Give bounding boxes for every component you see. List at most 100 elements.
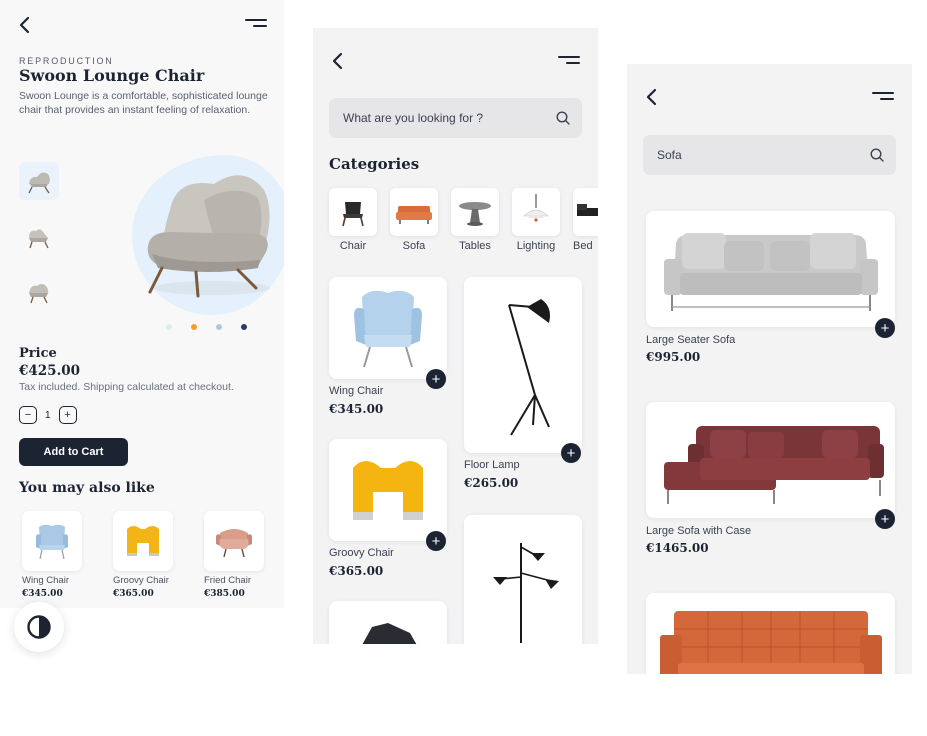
lounge-chair-thumb-icon — [28, 172, 50, 194]
contrast-icon — [27, 615, 51, 639]
increase-quantity-button[interactable]: + — [58, 406, 77, 424]
floor-lamp-image — [508, 299, 550, 436]
theme-toggle-button[interactable] — [14, 602, 64, 652]
product-name: Groovy Chair — [329, 547, 394, 559]
product-card-lounge-chair[interactable] — [329, 601, 447, 644]
chevron-left-icon[interactable] — [17, 16, 33, 34]
burgundy-sofa-image — [663, 426, 884, 504]
product-card-arc-lamp[interactable] — [464, 515, 582, 644]
related-card-fried-chair[interactable] — [204, 511, 264, 571]
sofa-icon — [396, 206, 432, 224]
add-groovy-chair-button[interactable]: + — [426, 531, 446, 551]
quantity-stepper: − 1 + — [19, 406, 77, 424]
search-results-screen: Sofa + Large Seater Sofa €995.00 + Large… — [627, 64, 912, 674]
carousel-dot[interactable] — [241, 324, 247, 330]
add-large-sofa-with-case-button[interactable]: + — [875, 509, 895, 529]
product-title: Swoon Lounge Chair — [19, 66, 205, 85]
category-label: Chair — [339, 240, 367, 252]
decrease-quantity-button[interactable]: − — [19, 406, 37, 424]
product-price: €265.00 — [464, 476, 519, 490]
product-card-wing-chair[interactable] — [329, 277, 447, 379]
groovy-chair-image — [353, 461, 423, 520]
chevron-left-icon[interactable] — [644, 88, 660, 106]
add-floor-lamp-button[interactable]: + — [561, 443, 581, 463]
search-icon[interactable] — [870, 148, 884, 162]
price-label: Price — [19, 346, 57, 361]
search-input[interactable]: What are you looking for ? — [329, 98, 582, 138]
orange-sofa-image — [659, 611, 882, 674]
result-name: Large Sofa with Case — [646, 525, 752, 537]
product-price: €365.00 — [329, 564, 384, 578]
product-name: Wing Chair — [329, 385, 384, 397]
chair-icon — [342, 202, 364, 227]
carousel-dots[interactable] — [166, 324, 247, 330]
category-tables[interactable]: Tables — [451, 188, 499, 252]
wing-chair-image — [36, 524, 68, 560]
related-card-groovy-chair[interactable] — [113, 511, 173, 571]
chevron-left-icon[interactable] — [330, 52, 346, 70]
add-wing-chair-button[interactable]: + — [426, 369, 446, 389]
related-price: €365.00 — [113, 589, 154, 599]
thumbnail-2[interactable] — [19, 217, 59, 255]
product-card-floor-lamp[interactable] — [464, 277, 582, 453]
category-lighting[interactable]: Lighting — [512, 188, 560, 252]
related-name: Groovy Chair — [113, 575, 169, 586]
result-card-orange-sofa[interactable] — [646, 593, 895, 674]
add-to-cart-button[interactable]: Add to Cart — [19, 438, 128, 466]
search-query: Sofa — [657, 148, 682, 162]
search-input[interactable]: Sofa — [643, 135, 896, 175]
carousel-dot[interactable] — [191, 324, 197, 330]
search-placeholder: What are you looking for ? — [343, 111, 484, 125]
result-card-large-seater-sofa[interactable] — [646, 211, 895, 327]
related-heading: You may also like — [19, 480, 155, 496]
related-name: Fried Chair — [204, 575, 251, 586]
carousel-dot[interactable] — [216, 324, 222, 330]
thumbnail-1[interactable] — [19, 162, 59, 200]
carousel-dot[interactable] — [166, 324, 172, 330]
category-label: Lighting — [516, 240, 556, 252]
result-name: Large Seater Sofa — [646, 334, 736, 346]
lamp-icon — [523, 194, 549, 222]
category-label: Tables — [459, 240, 491, 252]
product-eyebrow: REPRODUCTION — [19, 56, 114, 66]
result-card-large-sofa-with-case[interactable] — [646, 402, 895, 518]
quantity-value: 1 — [45, 409, 51, 421]
menu-icon[interactable] — [870, 90, 894, 104]
price-value: €425.00 — [19, 363, 81, 379]
tax-note: Tax included. Shipping calculated at che… — [19, 381, 234, 393]
arc-lamp-image — [493, 543, 559, 643]
categories-heading: Categories — [329, 155, 420, 173]
search-icon[interactable] — [556, 111, 570, 125]
add-large-seater-sofa-button[interactable]: + — [875, 318, 895, 338]
related-price: €385.00 — [204, 589, 245, 599]
related-card-wing-chair[interactable] — [22, 511, 82, 571]
category-bed[interactable]: Bed — [573, 188, 598, 252]
lounge-chair-thumb-icon — [29, 284, 49, 304]
menu-icon[interactable] — [243, 17, 267, 31]
lounge-chair-thumb-icon — [29, 229, 49, 249]
product-name: Floor Lamp — [464, 459, 520, 471]
thumbnail-3[interactable] — [19, 272, 59, 310]
product-description: Swoon Lounge is a comfortable, sophistic… — [19, 90, 268, 116]
groovy-chair-image — [127, 526, 159, 556]
category-chair[interactable]: Chair — [329, 188, 377, 252]
catalog-screen: What are you looking for ? Categories Ch… — [313, 28, 598, 644]
wing-chair-image — [354, 290, 422, 368]
grey-sofa-image — [663, 233, 878, 311]
related-name: Wing Chair — [22, 575, 69, 586]
fried-chair-image — [216, 529, 252, 558]
product-detail-screen: REPRODUCTION Swoon Lounge Chair Swoon Lo… — [0, 0, 284, 608]
category-sofa[interactable]: Sofa — [390, 188, 438, 252]
result-price: €1465.00 — [646, 541, 709, 555]
related-price: €345.00 — [22, 589, 63, 599]
menu-icon[interactable] — [556, 54, 580, 68]
bed-icon — [577, 204, 598, 216]
product-card-groovy-chair[interactable] — [329, 439, 447, 541]
category-label: Bed — [573, 240, 593, 252]
category-label: Sofa — [402, 240, 426, 252]
product-price: €345.00 — [329, 402, 384, 416]
lounge-chair-image — [362, 623, 417, 644]
result-price: €995.00 — [646, 350, 701, 364]
table-icon — [459, 202, 491, 226]
product-image — [147, 175, 270, 298]
